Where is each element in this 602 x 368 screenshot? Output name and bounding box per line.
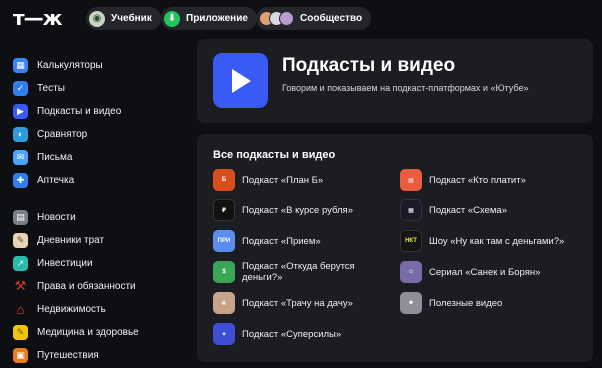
sidebar-item-medicine[interactable]: ✎ Медицина и здоровье xyxy=(13,323,139,341)
podcast-label: Подкаст «Суперсилы» xyxy=(242,328,342,340)
plan-b-cover-icon: Б xyxy=(213,169,235,191)
logo[interactable]: т—ж xyxy=(13,7,62,29)
page-title: Подкасты и видео xyxy=(282,55,456,76)
community-label: Сообщество xyxy=(300,13,363,24)
app-button[interactable]: ⬇ Приложение xyxy=(161,7,257,30)
sidebar-item-label: Инвестиции xyxy=(37,257,93,269)
sidebar-item-label: Недвижимость xyxy=(37,303,106,315)
sidebar-item-real-estate[interactable]: ⌂ Недвижимость xyxy=(13,300,106,318)
sidebar-item-label: Подкасты и видео xyxy=(37,105,122,117)
sidebar-item-travel[interactable]: ▣ Путешествия xyxy=(13,346,99,364)
medicine-icon: ✎ xyxy=(13,324,28,340)
podcast-label: Подкаст «Кто платит» xyxy=(429,174,526,186)
first-aid-icon: ✚ xyxy=(13,172,28,188)
rouble-cover-icon: ₽ xyxy=(213,199,235,221)
play-icon xyxy=(213,53,268,108)
sidebar-item-investments[interactable]: ↗ Инвестиции xyxy=(13,254,93,272)
podcast-label: Полезные видео xyxy=(429,297,503,309)
priem-cover-icon: ПРИ xyxy=(213,230,235,252)
podcast-label: Подкаст «Откуда берутся деньги?» xyxy=(242,261,355,283)
podcast-icon: ▶ xyxy=(13,103,28,119)
community-button[interactable]: Сообщество xyxy=(256,7,372,30)
sidebar-item-label: Аптечка xyxy=(37,174,75,186)
podcast-link-series[interactable]: ☺ Сериал «Санек и Борян» xyxy=(400,261,540,283)
sidebar-item-calculators[interactable]: ▦ Калькуляторы xyxy=(13,56,103,74)
podcast-label: Шоу «Ну как там с деньгами?» xyxy=(429,235,565,247)
hero-card: Подкасты и видео Говорим и показываем на… xyxy=(197,39,593,123)
sidebar-item-label: Сравнятор xyxy=(37,128,88,140)
podcast-link-who-pays[interactable]: ▤ Подкаст «Кто платит» xyxy=(400,169,526,191)
podcast-link-priem[interactable]: ПРИ Подкаст «Прием» xyxy=(213,230,321,252)
podcast-label: Сериал «Санек и Борян» xyxy=(429,266,541,278)
sidebar-item-label: Письма xyxy=(37,151,73,163)
sidebar-item-news[interactable]: ▤ Новости xyxy=(13,208,76,226)
sidebar-item-first-aid[interactable]: ✚ Аптечка xyxy=(13,171,74,189)
sidebar-item-podcasts[interactable]: ▶ Подкасты и видео xyxy=(13,102,121,120)
app-label: Приложение xyxy=(186,13,248,24)
section-title: Все подкасты и видео xyxy=(213,149,336,161)
podcast-label: Подкаст «Прием» xyxy=(242,235,321,247)
sidebar-item-label: Путешествия xyxy=(37,349,99,361)
community-avatars-icon xyxy=(259,11,294,26)
series-cover-icon: ☺ xyxy=(400,261,422,283)
news-icon: ▤ xyxy=(13,209,28,225)
dacha-cover-icon: ❀ xyxy=(213,292,235,314)
schema-cover-icon: ▦ xyxy=(400,199,422,221)
sidebar-item-label: Новости xyxy=(37,211,76,223)
sidebar-item-label: Права и обязанности xyxy=(37,280,136,292)
page-subtitle: Говорим и показываем на подкаст-платформ… xyxy=(282,83,529,93)
podcast-link-schema[interactable]: ▦ Подкаст «Схема» xyxy=(400,199,507,221)
podcast-link-supersila[interactable]: ✦ Подкаст «Суперсилы» xyxy=(213,323,341,345)
podcast-list-card: Все подкасты и видео Б Подкаст «План Б» … xyxy=(197,134,593,362)
diary-icon: ✎ xyxy=(13,232,28,248)
supersila-cover-icon: ✦ xyxy=(213,323,235,345)
podcast-link-show[interactable]: НКТ Шоу «Ну как там с деньгами?» xyxy=(400,230,564,252)
travel-icon: ▣ xyxy=(13,347,28,363)
calculator-icon: ▦ xyxy=(13,57,28,73)
tutorial-button[interactable]: ◉ Учебник xyxy=(86,7,161,30)
sidebar-item-rights[interactable]: ⚒ Права и обязанности xyxy=(13,277,136,295)
podcast-link-plan-b[interactable]: Б Подкаст «План Б» xyxy=(213,169,323,191)
podcast-label: Подкаст «План Б» xyxy=(242,174,324,186)
show-cover-icon: НКТ xyxy=(400,230,422,252)
sidebar-item-diaries[interactable]: ✎ Дневники трат xyxy=(13,231,104,249)
podcast-link-rouble[interactable]: ₽ Подкаст «В курсе рубля» xyxy=(213,199,353,221)
sidebar-item-comparator[interactable]: ◐ Сравнятор xyxy=(13,125,87,143)
sidebar-item-label: Медицина и здоровье xyxy=(37,326,139,338)
who-pays-cover-icon: ▤ xyxy=(400,169,422,191)
house-icon: ⌂ xyxy=(16,301,25,317)
podcast-link-money[interactable]: $ Подкаст «Откуда берутся деньги?» xyxy=(213,261,362,283)
podcast-label: Подкаст «Трачу на дачу» xyxy=(242,297,353,309)
tutorial-icon: ◉ xyxy=(89,10,105,27)
money-cover-icon: $ xyxy=(213,261,235,283)
sidebar-item-label: Калькуляторы xyxy=(37,59,103,71)
tutorial-label: Учебник xyxy=(111,13,152,24)
podcast-label: Подкаст «В курсе рубля» xyxy=(242,204,353,216)
gavel-icon: ⚒ xyxy=(14,278,27,293)
sidebar-item-letters[interactable]: ✉ Письма xyxy=(13,148,72,166)
mail-icon: ✉ xyxy=(13,149,28,165)
useful-video-cover-icon: ☻ xyxy=(400,292,422,314)
download-icon: ⬇ xyxy=(164,10,180,27)
podcast-link-useful-video[interactable]: ☻ Полезные видео xyxy=(400,292,502,314)
podcast-link-dacha[interactable]: ❀ Подкаст «Трачу на дачу» xyxy=(213,292,353,314)
investment-icon: ↗ xyxy=(13,255,28,271)
test-icon: ✓ xyxy=(13,80,28,96)
sidebar-item-tests[interactable]: ✓ Тесты xyxy=(13,79,65,97)
sidebar-item-label: Тесты xyxy=(37,82,65,94)
sidebar-item-label: Дневники трат xyxy=(37,234,105,246)
compare-icon: ◐ xyxy=(13,126,28,142)
podcast-label: Подкаст «Схема» xyxy=(429,204,508,216)
top-bar: т—ж ◉ Учебник ⬇ Приложение Сообщество xyxy=(0,0,602,38)
